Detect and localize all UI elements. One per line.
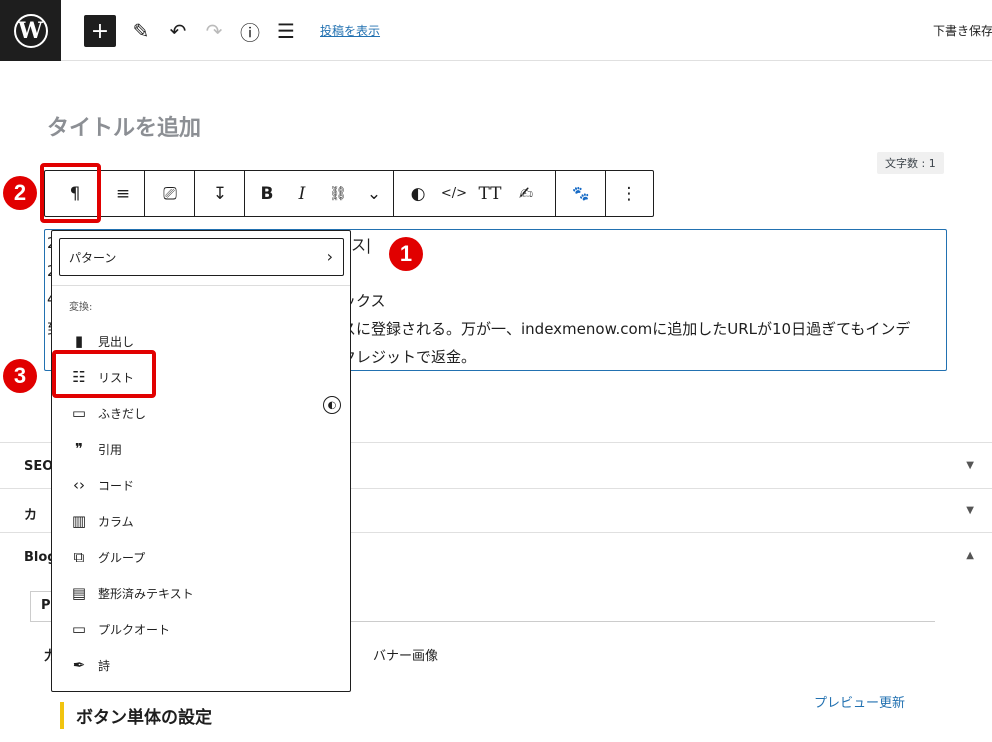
quote-icon: ❞	[74, 440, 84, 458]
toolbar-divider	[393, 171, 394, 216]
button-settings-heading: ボタン単体の設定	[60, 702, 212, 729]
paw-icon[interactable]: 🐾	[561, 171, 601, 216]
swell-panel-label: カ	[24, 508, 38, 523]
transform-group-item[interactable]: ⧉ グループ	[52, 542, 350, 572]
align-icon[interactable]: ≡	[101, 171, 145, 216]
group-icon: ⧉	[73, 548, 85, 566]
paragraph-text: クレジットで返金。	[341, 348, 477, 366]
menu-item-label: コード	[98, 478, 135, 493]
toolbar-divider	[555, 171, 556, 216]
toolbar-divider	[194, 171, 195, 216]
undo-icon[interactable]: ↶	[162, 15, 194, 47]
paragraph-text: スに登録される。万が一、indexmenow.comに追加したURLが10日過ぎ…	[341, 320, 911, 338]
chevron-down-icon[interactable]: ▼	[966, 460, 974, 471]
transform-heading: 変換:	[69, 302, 93, 313]
toolbar-divider	[244, 171, 245, 216]
view-post-link[interactable]: 投稿を表示	[320, 22, 380, 39]
char-count-badge: 文字数 : 1	[877, 152, 944, 174]
speech-balloon-icon: ▭	[71, 404, 87, 422]
marker-badge-one: 1	[389, 237, 423, 271]
preformatted-icon: ▤	[71, 584, 87, 602]
marker-badge-two: 2	[3, 176, 37, 210]
feather-icon: ✒	[72, 656, 86, 674]
post-title-input[interactable]: タイトルを追加	[47, 110, 201, 142]
pattern-label: パターン	[69, 250, 117, 265]
chevron-down-icon[interactable]: ▼	[966, 505, 974, 516]
block-transform-dropdown: パターン › 変換: ▮ 見出し ☷ リスト ▭ ふきだし ❞ 引用 ‹› コー…	[51, 230, 351, 692]
menu-item-label: プルクオート	[98, 622, 171, 637]
italic-button[interactable]: I	[285, 171, 319, 216]
toolbar-divider	[605, 171, 606, 216]
seo-panel-label: SEO	[24, 459, 54, 474]
margin-icon[interactable]: ↧	[196, 171, 244, 216]
menu-item-label: カラム	[98, 514, 134, 529]
transform-columns-item[interactable]: ▥ カラム	[52, 506, 350, 536]
list-view-icon[interactable]: ☰	[270, 15, 302, 47]
device-visibility-icon[interactable]: ⎚	[146, 171, 194, 216]
tools-pen-icon[interactable]: ✎	[125, 15, 157, 47]
bookmark-icon: ▮	[74, 332, 84, 350]
pattern-button[interactable]: パターン ›	[59, 238, 344, 276]
chevron-up-icon[interactable]: ▲	[966, 550, 974, 561]
highlight-icon[interactable]: ✍	[509, 171, 543, 216]
paragraph-text: ス|	[351, 236, 372, 254]
redo-icon[interactable]: ↷	[198, 15, 230, 47]
block-options-icon[interactable]: ⋮	[611, 171, 647, 216]
transform-verse-item[interactable]: ✒ 詩	[52, 650, 350, 680]
link-icon[interactable]: ⛓	[321, 171, 355, 216]
menu-item-label: 詩	[98, 658, 111, 673]
font-size-icon[interactable]: TT	[473, 171, 507, 216]
editor-top-toolbar: W + ✎ ↶ ↷ ⓘ ☰ 投稿を表示 下書き保存	[0, 0, 992, 61]
transform-quote-item[interactable]: ❞ 引用	[52, 434, 350, 464]
transform-code-item[interactable]: ‹› コード	[52, 470, 350, 500]
inline-code-icon[interactable]: </>	[437, 171, 471, 216]
info-icon[interactable]: ⓘ	[234, 15, 266, 47]
highlight-box-list	[52, 350, 156, 398]
swell-format-icon[interactable]: ◐	[401, 171, 435, 216]
highlight-box-paragraph	[40, 163, 101, 223]
banner-image-label: バナー画像	[373, 649, 439, 664]
dropdown-divider	[52, 285, 350, 286]
pullquote-icon: ▭	[71, 620, 87, 638]
menu-item-label: 引用	[98, 442, 123, 457]
code-icon: ‹›	[73, 476, 85, 494]
toolbar-divider	[144, 171, 145, 216]
add-block-button[interactable]: +	[84, 15, 116, 47]
transform-pullquote-item[interactable]: ▭ プルクオート	[52, 614, 350, 644]
columns-icon: ▥	[71, 512, 87, 530]
menu-item-label: ふきだし	[98, 406, 147, 421]
transform-balloon-item[interactable]: ▭ ふきだし	[52, 398, 350, 428]
marker-badge-three: 3	[3, 359, 37, 393]
menu-item-label: 見出し	[98, 334, 135, 349]
menu-item-label: 整形済みテキスト	[98, 586, 194, 601]
save-draft-button[interactable]: 下書き保存	[933, 22, 992, 39]
preview-update-button[interactable]: プレビュー更新	[814, 692, 905, 711]
chevron-right-icon: ›	[326, 247, 333, 266]
swell-check-icon: ◐	[323, 396, 341, 414]
menu-item-label: グループ	[98, 550, 146, 565]
bold-button[interactable]: B	[250, 171, 284, 216]
wordpress-icon: W	[13, 13, 48, 48]
transform-preformatted-item[interactable]: ▤ 整形済みテキスト	[52, 578, 350, 608]
more-formats-chevron-icon[interactable]: ⌄	[357, 171, 391, 216]
block-toolbar: ¶ ≡ ⎚ ↧ B I ⛓ ⌄ ◐ </> TT ✍ 🐾 ⋮	[44, 170, 654, 217]
wordpress-logo-button[interactable]: W	[0, 0, 61, 61]
